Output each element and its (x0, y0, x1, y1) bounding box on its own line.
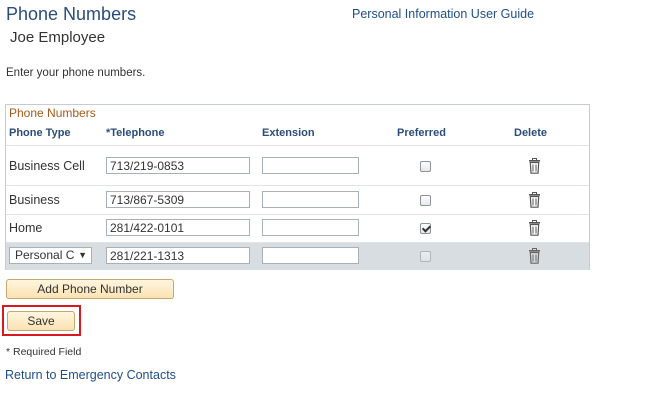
preferred-checkbox[interactable] (420, 223, 431, 234)
return-to-emergency-contacts-link[interactable]: Return to Emergency Contacts (5, 368, 176, 382)
phone-numbers-grid: Phone Numbers Phone Type *Telephone Exte… (5, 104, 590, 270)
add-phone-number-button[interactable]: Add Phone Number (6, 279, 174, 299)
column-header-preferred: Preferred (397, 127, 446, 139)
trash-icon[interactable] (528, 158, 541, 174)
column-header-phone-type: Phone Type (9, 127, 71, 139)
table-row: Business Cell (6, 145, 589, 185)
save-button[interactable]: Save (7, 311, 75, 331)
instructions-text: Enter your phone numbers. (6, 67, 146, 79)
employee-name: Joe Employee (10, 29, 106, 46)
preferred-checkbox[interactable] (420, 161, 431, 172)
user-guide-link[interactable]: Personal Information User Guide (352, 7, 534, 21)
telephone-input[interactable] (106, 219, 250, 236)
phone-type-selected-value: Personal C (15, 248, 75, 262)
extension-input[interactable] (262, 191, 359, 208)
chevron-down-icon: ▼ (78, 250, 87, 260)
extension-input[interactable] (262, 247, 359, 264)
required-field-note: * Required Field (6, 346, 82, 358)
preferred-checkbox[interactable] (420, 251, 431, 262)
telephone-input[interactable] (106, 247, 250, 264)
extension-input[interactable] (262, 219, 359, 236)
table-row: Personal C ▼ (6, 242, 589, 270)
table-row: Business (6, 185, 589, 214)
grid-title: Phone Numbers (9, 106, 96, 120)
telephone-input[interactable] (106, 157, 250, 174)
trash-icon[interactable] (528, 192, 541, 208)
extension-input[interactable] (262, 157, 359, 174)
preferred-checkbox[interactable] (420, 195, 431, 206)
phone-type-dropdown[interactable]: Personal C ▼ (9, 247, 92, 264)
table-row: Home (6, 214, 589, 242)
column-header-telephone: *Telephone (106, 127, 165, 139)
phone-type-text: Business Cell (9, 159, 85, 173)
column-header-extension: Extension (262, 127, 315, 139)
trash-icon[interactable] (528, 220, 541, 236)
telephone-input[interactable] (106, 191, 250, 208)
column-header-delete: Delete (514, 127, 548, 139)
trash-icon[interactable] (528, 248, 541, 264)
page-title: Phone Numbers (6, 4, 137, 24)
phone-type-text: Home (9, 221, 43, 235)
phone-type-text: Business (9, 193, 60, 207)
